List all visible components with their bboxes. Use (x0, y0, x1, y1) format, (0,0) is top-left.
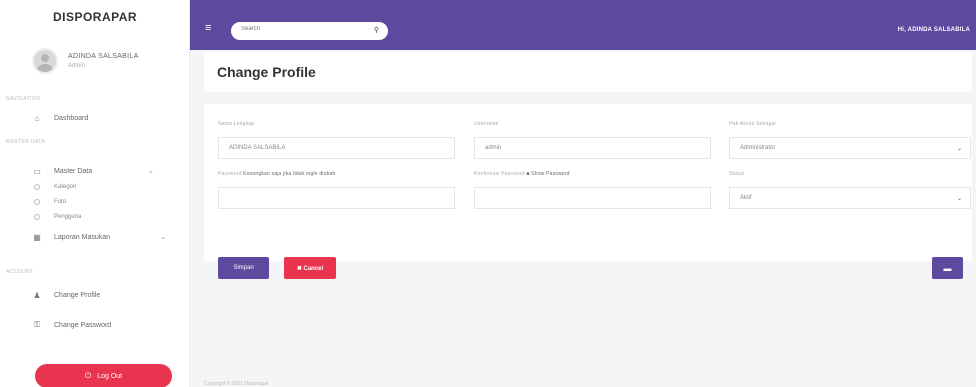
role-label: Hak Akses Sebagai (729, 121, 776, 127)
role-value: Administrator (740, 145, 776, 151)
section-label-navigation: NAVIGATION (6, 96, 41, 102)
logout-button[interactable]: ⏻ Log Out (35, 364, 172, 387)
topbar: ≡ ⚲ Hi, ADINDA SALSABILA (190, 0, 976, 50)
status-value: Aktif (740, 195, 752, 201)
circle-icon (34, 184, 40, 190)
full-name-label: Nama Lengkap (218, 121, 255, 127)
sidebar-item-dashboard[interactable]: ⌂ Dashboard (32, 114, 89, 123)
power-icon: ⏻ (84, 371, 92, 380)
status-label: Status (729, 171, 745, 177)
user-role: Admin (68, 63, 86, 69)
id-card-icon: ▬ (943, 263, 952, 273)
sidebar-subitem-label: Kategori (54, 184, 77, 190)
save-button[interactable]: Simpan (218, 257, 269, 279)
section-label-master-data: MASTER DATA (6, 139, 46, 145)
search-icon[interactable]: ⚲ (374, 26, 379, 34)
password-label-row: Password Kosongkan saja jika tidak ingin… (218, 171, 336, 177)
sidebar-subitem-label: Pengguna (54, 214, 82, 220)
report-icon: ▦ (33, 233, 41, 242)
sidebar-item-change-password[interactable]: ⚿ Change Password (32, 320, 111, 330)
folder-icon: ▭ (33, 167, 41, 176)
search-box: ⚲ (231, 22, 388, 40)
brand-logo-text[interactable]: DISPORAPAR (0, 10, 190, 24)
id-card-button[interactable]: ▬ (932, 257, 963, 279)
page-header: Change Profile (204, 52, 972, 92)
chevron-down-icon[interactable]: ⌄ (160, 233, 166, 241)
password-field[interactable] (218, 187, 455, 209)
cancel-button[interactable]: ✖ Cancel (284, 257, 336, 279)
sidebar-item-laporan[interactable]: ▦ Laporan Masukan (32, 233, 110, 242)
confirm-password-field[interactable] (474, 187, 711, 209)
chevron-down-icon[interactable]: ⌄ (148, 167, 154, 175)
sidebar-item-master-data[interactable]: ▭ Master Data (32, 167, 92, 176)
full-name-value: ADINDA SALSABILA (229, 145, 286, 151)
sidebar-item-label: Change Password (54, 321, 112, 329)
show-password-label: Show Password (531, 171, 570, 177)
username-label: Username (474, 121, 499, 127)
hamburger-icon[interactable]: ≡ (205, 23, 211, 34)
sidebar-item-change-profile[interactable]: ♟ Change Profile (32, 291, 100, 300)
sidebar-subitem-kategori[interactable]: Kategori (32, 184, 76, 190)
circle-icon (34, 214, 40, 220)
sidebar-item-label: Laporan Masukan (54, 234, 111, 241)
chevron-down-icon: ⌄ (956, 196, 962, 202)
footer-copyright: Copyright © 2021 Disporapar (204, 381, 269, 387)
username-value: admin (485, 145, 502, 151)
logout-label: Log Out (97, 372, 123, 380)
lock-icon: ⚿ (33, 320, 41, 329)
sidebar: DISPORAPAR ADINDA SALSABILA Admin NAVIGA… (0, 0, 190, 387)
confirm-password-label-row: Konfirmasi Password ■ Show Password (474, 171, 570, 177)
profile-form: Nama Lengkap ADINDA SALSABILA Username a… (204, 104, 972, 261)
page-title: Change Profile (217, 64, 316, 80)
section-label-account: ACCOUNT (6, 269, 34, 275)
user-name: ADINDA SALSABILA (68, 53, 139, 60)
user-icon: ♟ (33, 291, 41, 300)
show-password-toggle[interactable]: ■ Show Password (526, 171, 569, 177)
sidebar-subitem-foto[interactable]: Foto (32, 199, 66, 205)
sidebar-item-label: Change Profile (54, 292, 101, 299)
role-select[interactable]: Administrator ⌄ (729, 137, 971, 159)
sidebar-subitem-pengguna[interactable]: Pengguna (32, 214, 81, 220)
sidebar-subitem-label: Foto (54, 199, 67, 205)
password-hint: Kosongkan saja jika tidak ingin diubah (243, 171, 336, 177)
status-select[interactable]: Aktif ⌄ (729, 187, 971, 209)
sidebar-item-label: Dashboard (54, 115, 89, 122)
full-name-field[interactable]: ADINDA SALSABILA (218, 137, 455, 159)
sidebar-item-label: Master Data (54, 168, 93, 175)
chevron-down-icon: ⌄ (956, 146, 962, 152)
user-greeting[interactable]: Hi, ADINDA SALSABILA (898, 27, 970, 33)
home-icon: ⌂ (34, 114, 40, 123)
confirm-password-label: Konfirmasi Password (474, 171, 525, 177)
circle-icon (34, 199, 40, 205)
search-input[interactable] (241, 26, 361, 32)
avatar (32, 48, 58, 74)
password-label: Password (218, 171, 242, 177)
user-profile-box: ADINDA SALSABILA Admin (32, 48, 139, 74)
username-field[interactable]: admin (474, 137, 711, 159)
